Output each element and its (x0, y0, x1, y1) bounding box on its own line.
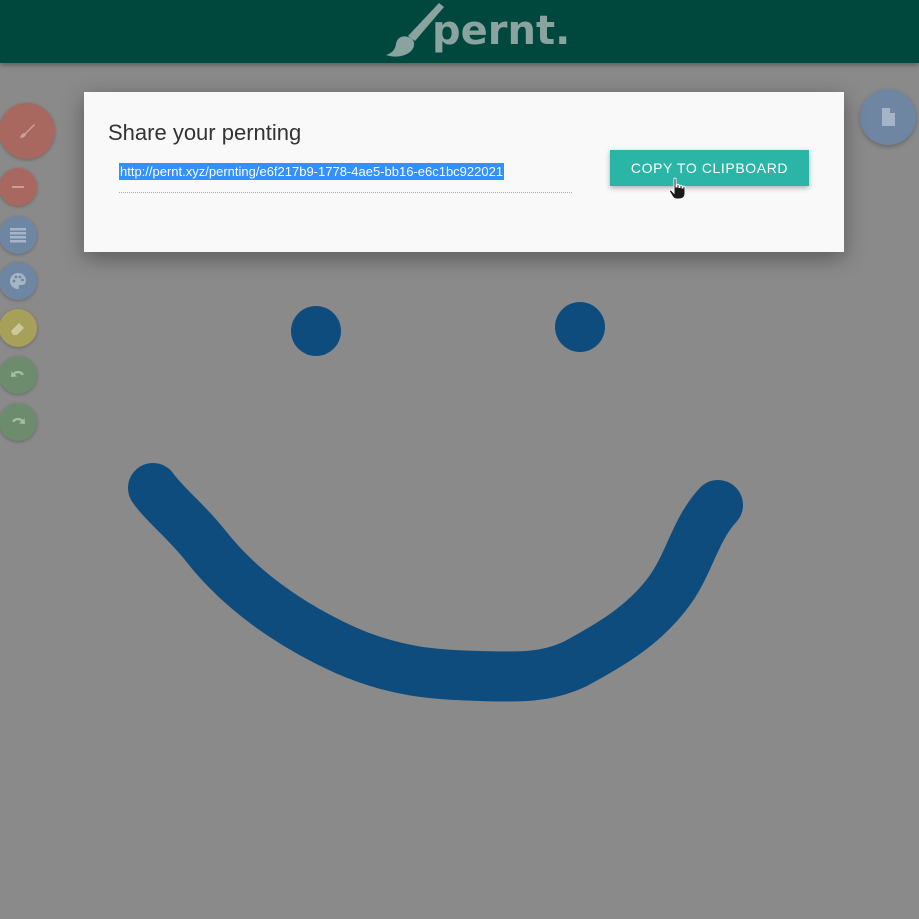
right-eye-stroke (555, 302, 605, 352)
redo-tool-button[interactable] (0, 403, 37, 441)
pernt-app: pernt. Share your pernting http://pernt.… (0, 0, 919, 919)
color-tool-button[interactable] (0, 262, 37, 300)
eraser-tool-button[interactable] (0, 309, 37, 347)
eraser-icon (11, 323, 24, 335)
hand-cursor-icon (668, 177, 686, 200)
palette-icon (10, 273, 26, 289)
copy-to-clipboard-button[interactable]: COPY TO CLIPBOARD (610, 150, 809, 186)
undo-tool-button[interactable] (0, 356, 37, 394)
share-link-text[interactable]: http://pernt.xyz/pernting/e6f217b9-1778-… (119, 163, 505, 180)
file-button[interactable] (860, 89, 916, 145)
app-header: pernt. (0, 0, 919, 63)
pernt-logo[interactable]: pernt. (384, 0, 570, 63)
redo-icon (12, 417, 25, 424)
file-icon (882, 108, 895, 126)
minus-icon (12, 186, 24, 188)
logo-text: pernt. (432, 8, 571, 54)
size-tool-button[interactable] (0, 216, 37, 254)
brush-tool-button[interactable] (0, 103, 55, 159)
dialog-title: Share your pernting (108, 120, 302, 145)
smile-stroke (128, 463, 743, 702)
left-eye-stroke (291, 306, 341, 356)
brush-icon (20, 124, 35, 138)
share-dialog: Share your pernting http://pernt.xyz/per… (84, 92, 844, 252)
undo-icon (11, 370, 24, 377)
minus-tool-button[interactable] (0, 168, 37, 206)
lines-icon (10, 228, 26, 243)
share-link-field[interactable]: http://pernt.xyz/pernting/e6f217b9-1778-… (119, 161, 572, 193)
